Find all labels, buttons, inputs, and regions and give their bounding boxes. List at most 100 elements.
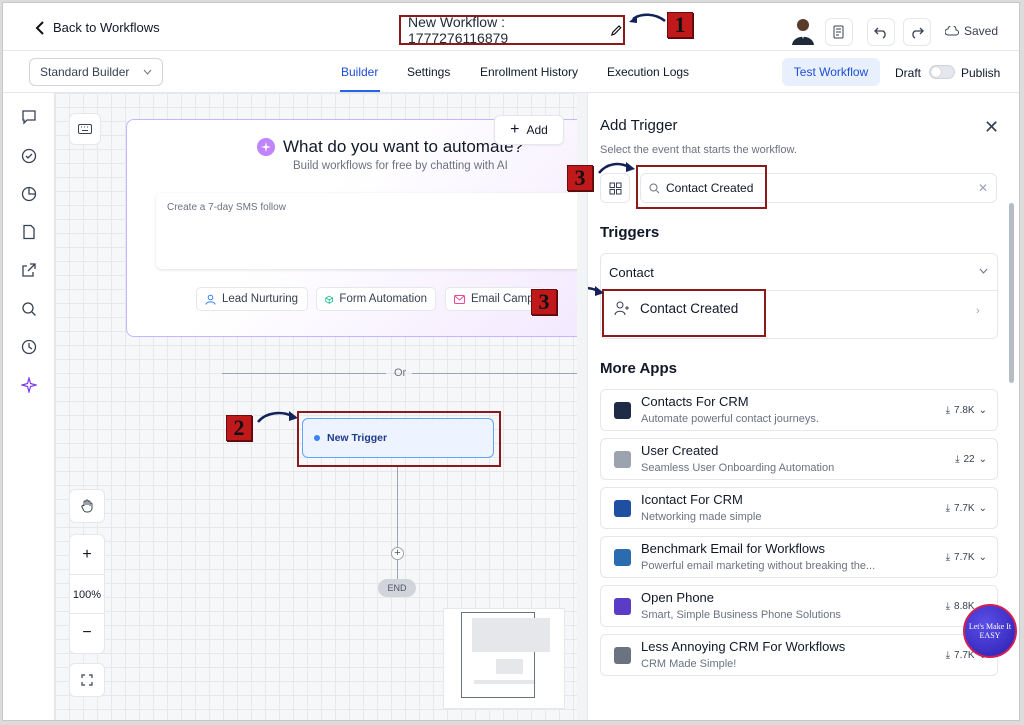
panel-subtitle: Select the event that starts the workflo… [600, 144, 797, 156]
tab-settings[interactable]: Settings [407, 65, 450, 79]
minimap-block [496, 659, 523, 674]
app-item[interactable]: Contacts For CRM Automate powerful conta… [600, 389, 998, 431]
external-link-icon[interactable] [21, 262, 37, 278]
app-description: CRM Made Simple! [641, 658, 737, 670]
avatar[interactable] [791, 17, 815, 45]
test-workflow-button[interactable]: Test Workflow [782, 58, 880, 86]
draft-label: Draft [895, 66, 922, 80]
workflow-title[interactable]: New Workflow : 1777276116879 [399, 14, 625, 46]
download-icon: ⤓ [955, 454, 960, 465]
annotation-marker: 2 [226, 415, 252, 441]
pencil-icon[interactable] [610, 24, 623, 37]
app-item[interactable]: User Created Seamless User Onboarding Au… [600, 438, 998, 480]
brand-badge: Let's Make It EASY [963, 604, 1017, 658]
redo-button[interactable] [903, 18, 931, 46]
trigger-dot [314, 435, 320, 441]
app-downloads: ⤓ 22 ⌄ [955, 454, 987, 465]
top-bar: Back to Workflows New Workflow : 1777276… [3, 3, 1019, 51]
annotation-marker: 1 [667, 12, 693, 38]
minimap[interactable] [443, 608, 565, 709]
annotation-arrow-icon [257, 411, 298, 423]
ai-prompt-input[interactable]: Create a 7-day SMS follow [156, 193, 577, 269]
chip-label: Form Automation [339, 293, 427, 305]
builder-select-value: Standard Builder [40, 65, 130, 79]
annotation-arrow-icon [588, 286, 604, 296]
chip-label: Email Camp [471, 293, 534, 305]
chevron-down-icon: ⌄ [978, 503, 987, 514]
undo-button[interactable] [867, 18, 895, 46]
app-description: Powerful email marketing without breakin… [641, 560, 876, 572]
trigger-item-contact-created[interactable]: Contact Created [614, 301, 738, 316]
app-logo-icon [614, 451, 631, 468]
ai-subtitle: Build workflows for free by chatting wit… [293, 160, 508, 172]
chip-email-campaign[interactable]: Email Camp [445, 287, 545, 311]
app-name: Benchmark Email for Workflows [641, 541, 825, 556]
app-logo-icon [614, 549, 631, 566]
chevron-down-icon: ⌄ [978, 454, 987, 465]
user-icon [205, 294, 216, 305]
publish-toggle[interactable] [929, 65, 955, 79]
pan-tool-button[interactable] [69, 489, 105, 523]
expand-icon [81, 674, 93, 686]
tab-builder[interactable]: Builder [341, 65, 378, 79]
download-icon: ⤓ [945, 650, 951, 661]
download-icon: ⤓ [945, 503, 951, 514]
chip-lead-nurturing[interactable]: Lead Nurturing [196, 287, 308, 311]
chevron-down-icon[interactable] [979, 268, 988, 274]
ai-title-text: What do you want to automate? [283, 137, 524, 156]
app-name: Icontact For CRM [641, 492, 743, 507]
app-item[interactable]: Open Phone Smart, Simple Business Phone … [600, 585, 998, 627]
pie-chart-icon[interactable] [21, 186, 37, 202]
annotation-arrow-icon [598, 162, 635, 174]
workflow-canvas[interactable]: What do you want to automate? Build work… [55, 93, 577, 720]
check-circle-icon[interactable] [21, 148, 37, 164]
app-description: Seamless User Onboarding Automation [641, 462, 835, 474]
file-icon[interactable] [21, 224, 37, 240]
fit-view-button[interactable] [69, 663, 105, 697]
chip-form-automation[interactable]: Form Automation [316, 287, 436, 311]
sparkle-icon[interactable] [21, 377, 37, 393]
new-trigger-node[interactable]: New Trigger [302, 418, 494, 458]
keyboard-shortcuts-button[interactable] [69, 113, 101, 145]
publish-label: Publish [961, 66, 1001, 80]
redo-icon [912, 27, 924, 39]
end-node: END [378, 579, 416, 597]
app-item[interactable]: Benchmark Email for Workflows Powerful e… [600, 536, 998, 578]
divider [222, 373, 386, 374]
clear-search-icon[interactable]: ✕ [978, 181, 988, 195]
sub-bar: Standard Builder Builder Settings Enroll… [3, 51, 1019, 93]
app-logo-icon [614, 402, 631, 419]
add-button[interactable]: + Add [494, 115, 564, 145]
builder-type-select[interactable]: Standard Builder [29, 58, 163, 86]
divider [412, 373, 577, 374]
app-logo-icon [614, 647, 631, 664]
history-icon[interactable] [21, 339, 37, 355]
zoom-out-button[interactable]: − [82, 614, 91, 652]
app-item[interactable]: Icontact For CRM Networking made simple … [600, 487, 998, 529]
add-step-button[interactable]: + [391, 547, 404, 560]
download-count: 7.7K [954, 503, 975, 514]
minimap-block [474, 680, 534, 684]
tab-enrollment-history[interactable]: Enrollment History [480, 65, 578, 79]
back-to-workflows-link[interactable]: Back to Workflows [35, 20, 160, 35]
back-label: Back to Workflows [53, 20, 160, 35]
user-plus-icon [614, 301, 629, 316]
comment-icon[interactable] [21, 109, 37, 125]
app-name: Less Annoying CRM For Workflows [641, 639, 846, 654]
apps-grid-button[interactable] [600, 173, 630, 203]
ai-title: What do you want to automate? [257, 137, 523, 157]
download-icon: ⤓ [945, 552, 951, 563]
app-logo-icon [614, 500, 631, 517]
search-icon[interactable] [21, 301, 37, 317]
panel-scrollbar[interactable] [1009, 203, 1014, 383]
cloud-icon [945, 26, 959, 36]
zoom-controls: + 100% − [69, 534, 105, 654]
form-button[interactable] [825, 18, 853, 46]
group-label[interactable]: Contact [609, 265, 654, 280]
tab-execution-logs[interactable]: Execution Logs [607, 65, 689, 79]
app-item[interactable]: Less Annoying CRM For Workflows CRM Made… [600, 634, 998, 676]
zoom-in-button[interactable]: + [82, 536, 91, 574]
ai-builder-card: What do you want to automate? Build work… [126, 119, 577, 337]
cube-icon [325, 295, 334, 304]
close-icon[interactable]: ✕ [984, 117, 999, 138]
